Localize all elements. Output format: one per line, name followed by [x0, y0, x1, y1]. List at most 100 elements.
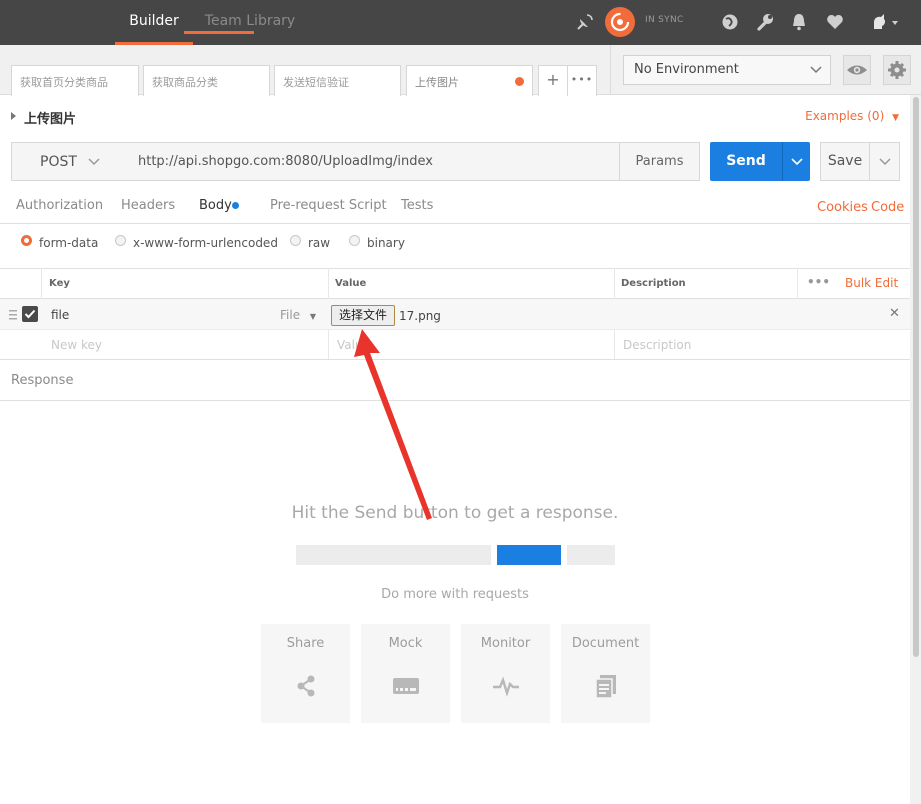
tab-tests[interactable]: Tests: [401, 198, 433, 213]
radio-label: x-www-form-urlencoded: [133, 236, 278, 250]
method-label: POST: [40, 154, 77, 170]
row-key[interactable]: file: [51, 308, 69, 322]
placeholder-bar: [567, 545, 615, 565]
monitor-card[interactable]: Monitor: [461, 624, 550, 723]
table-row: [0, 299, 910, 330]
radio-label: binary: [367, 236, 405, 250]
active-tab-underline: [184, 31, 254, 34]
save-dropdown-button[interactable]: [869, 142, 900, 181]
tab-team-library[interactable]: Team Library: [200, 0, 300, 45]
column-header-description: Description: [621, 278, 686, 289]
scrollbar-thumb[interactable]: [913, 97, 919, 657]
share-card[interactable]: Share: [261, 624, 350, 723]
gear-icon: [888, 61, 906, 79]
delete-row-close-icon[interactable]: ✕: [889, 306, 900, 321]
manage-environments-button[interactable]: [883, 55, 911, 85]
request-name[interactable]: 上传图片: [24, 108, 76, 127]
chosen-file-name: 17.png: [399, 309, 441, 323]
column-options-button[interactable]: •••: [807, 275, 830, 289]
sync-status: IN SYNC: [645, 15, 684, 25]
save-button[interactable]: Save: [820, 142, 870, 181]
add-tab-button[interactable]: +: [538, 65, 568, 96]
chevron-down-icon: [791, 158, 803, 166]
satellite-icon[interactable]: [574, 11, 596, 33]
code-link[interactable]: Code: [871, 200, 904, 215]
kv-table-header: [0, 268, 910, 299]
tab-body[interactable]: Body: [199, 198, 232, 213]
tab-builder[interactable]: Builder: [115, 0, 193, 45]
mock-server-icon: [393, 678, 419, 694]
sync-icon[interactable]: [605, 7, 635, 37]
tab-authorization[interactable]: Authorization: [16, 198, 103, 213]
response-header: [0, 360, 910, 401]
share-icon: [297, 675, 315, 697]
row-enabled-checkbox[interactable]: [22, 306, 38, 322]
wrench-icon[interactable]: [754, 11, 776, 33]
row-type-label: File: [280, 308, 301, 322]
bulk-edit-link[interactable]: Bulk Edit: [845, 276, 898, 290]
new-value-input[interactable]: Value: [337, 338, 370, 352]
request-tab[interactable]: 获取首页分类商品: [11, 65, 139, 96]
radio-raw[interactable]: [290, 235, 301, 246]
table-row-new: [0, 330, 910, 360]
environment-label: No Environment: [634, 62, 739, 77]
column-divider: [797, 268, 798, 299]
body-active-dot-icon: [232, 202, 239, 209]
quick-look-button[interactable]: [843, 55, 871, 85]
drag-handle-icon[interactable]: [9, 309, 17, 320]
placeholder-bar: [296, 545, 491, 565]
params-button[interactable]: Params: [619, 142, 700, 181]
checkmark-icon: [24, 309, 36, 319]
examples-dropdown[interactable]: Examples (0) ▼: [805, 109, 899, 123]
chevron-down-icon: [879, 158, 891, 166]
response-label: Response: [11, 373, 74, 388]
chevron-down-icon: [88, 158, 100, 166]
url-input[interactable]: http://api.shopgo.com:8080/UploadImg/ind…: [127, 142, 620, 181]
placeholder-bar-accent: [497, 545, 561, 565]
card-label: Document: [571, 636, 640, 651]
card-label: Monitor: [480, 636, 531, 651]
request-tab[interactable]: 获取商品分类: [143, 65, 270, 96]
send-hint-text: Hit the Send button to get a response.: [291, 503, 619, 523]
document-card[interactable]: Document: [561, 624, 650, 723]
heart-icon[interactable]: [824, 11, 846, 33]
caret-down-icon: ▼: [892, 113, 899, 123]
examples-label: Examples (0): [805, 109, 885, 123]
radio-label: raw: [308, 236, 331, 250]
request-tab[interactable]: 发送短信验证: [274, 65, 401, 96]
radio-x-www-form-urlencoded[interactable]: [115, 235, 126, 246]
environment-bar: No Environment: [610, 45, 921, 95]
mock-card[interactable]: Mock: [361, 624, 450, 723]
globe-icon[interactable]: [719, 11, 741, 33]
column-header-value: Value: [335, 278, 367, 289]
request-tab-label: 上传图片: [415, 76, 459, 89]
choose-file-button[interactable]: 选择文件: [331, 305, 395, 326]
do-more-text: Do more with requests: [381, 587, 529, 602]
request-tabs-bar: 获取首页分类商品 获取商品分类 发送短信验证 上传图片 + •••: [0, 45, 610, 96]
column-divider: [41, 268, 42, 299]
bell-icon[interactable]: [788, 11, 810, 33]
user-icon[interactable]: [870, 11, 900, 33]
tab-headers[interactable]: Headers: [121, 198, 175, 213]
cookies-link[interactable]: Cookies: [817, 200, 868, 215]
new-key-input[interactable]: New key: [51, 338, 102, 352]
more-tabs-button[interactable]: •••: [567, 65, 597, 96]
send-dropdown-button[interactable]: [782, 142, 810, 181]
row-type-select[interactable]: File ▼: [280, 308, 316, 322]
collapse-arrow-icon[interactable]: [11, 112, 16, 120]
environment-select[interactable]: No Environment: [623, 55, 831, 85]
radio-binary[interactable]: [349, 235, 360, 246]
radio-form-data[interactable]: [21, 235, 32, 246]
top-bar: Builder Team Library IN SYNC: [0, 0, 921, 45]
monitor-pulse-icon: [493, 676, 519, 697]
card-label: Share: [286, 636, 325, 651]
send-button[interactable]: Send: [710, 142, 782, 181]
request-tab-active[interactable]: 上传图片: [406, 65, 533, 96]
eye-icon: [847, 65, 867, 75]
radio-label: form-data: [39, 236, 99, 250]
caret-down-icon: ▼: [309, 312, 317, 321]
document-icon: [595, 675, 616, 699]
new-description-input[interactable]: Description: [623, 338, 691, 352]
method-select[interactable]: POST: [11, 142, 128, 181]
tab-pre-request-script[interactable]: Pre-request Script: [270, 198, 387, 213]
